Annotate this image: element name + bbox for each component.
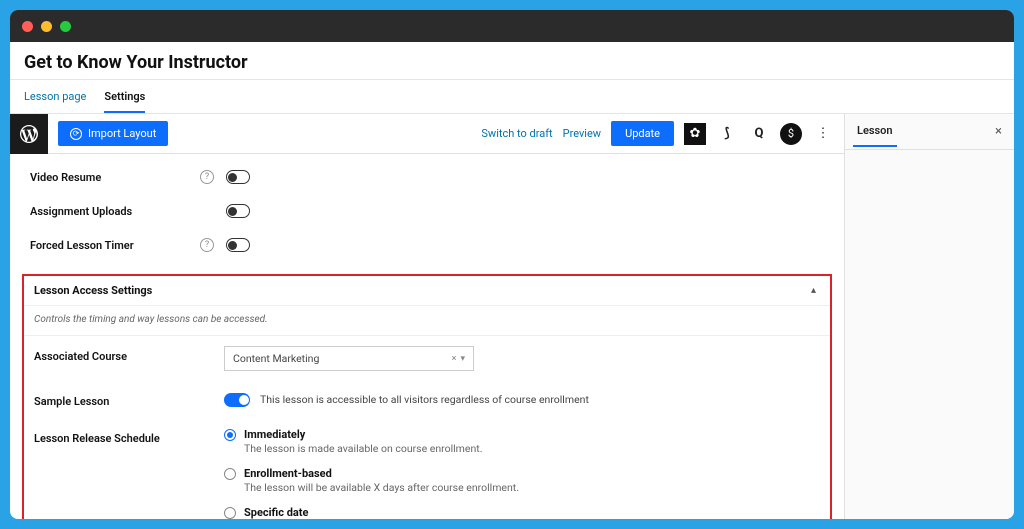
preview-button[interactable]: Preview (563, 127, 601, 140)
editor-area: ⟳ Import Layout Switch to draft Preview … (10, 114, 1014, 519)
video-resume-toggle[interactable] (226, 170, 250, 184)
tab-settings[interactable]: Settings (104, 86, 145, 113)
associated-course-row: Associated Course Content Marketing ×▾ (24, 336, 830, 381)
import-icon: ⟳ (70, 128, 82, 140)
page-header: Get to Know Your Instructor (10, 42, 1014, 80)
release-immediately-title: Immediately (244, 428, 482, 441)
assignment-uploads-toggle[interactable] (226, 204, 250, 218)
assignment-uploads-label: Assignment Uploads (30, 205, 200, 218)
sample-lesson-toggle[interactable] (224, 393, 250, 407)
release-enrollment-title: Enrollment-based (244, 467, 519, 480)
release-enrollment-desc: The lesson will be available X days afte… (244, 481, 519, 494)
clear-x-icon: × (452, 354, 457, 364)
lesson-access-panel: Lesson Access Settings ▴ Controls the ti… (22, 274, 832, 519)
forced-timer-label: Forced Lesson Timer (30, 239, 200, 252)
sample-lesson-desc: This lesson is accessible to all visitor… (260, 393, 589, 406)
editor-main: ⟳ Import Layout Switch to draft Preview … (10, 114, 844, 519)
editor-topbar: ⟳ Import Layout Switch to draft Preview … (10, 114, 844, 154)
wordpress-icon (20, 125, 38, 143)
app-window: Get to Know Your Instructor Lesson page … (10, 10, 1014, 519)
release-immediately-option[interactable]: Immediately The lesson is made available… (224, 428, 820, 455)
window-titlebar (10, 10, 1014, 42)
video-resume-label: Video Resume (30, 171, 200, 184)
sample-lesson-row: Sample Lesson This lesson is accessible … (24, 381, 830, 418)
help-icon[interactable]: ? (200, 170, 214, 184)
topbar-actions: Switch to draft Preview Update ✿ ⟆ Q $ ⋮ (481, 121, 844, 146)
release-radio-group: Immediately The lesson is made available… (224, 428, 820, 519)
import-layout-button[interactable]: ⟳ Import Layout (58, 121, 168, 146)
release-specific-option[interactable]: Specific date The lesson will be availab… (224, 506, 820, 519)
associated-course-value: Content Marketing (233, 352, 319, 365)
radio-unselected-icon (224, 468, 236, 480)
editor-sidebar: Lesson × (844, 114, 1014, 519)
minimize-window-button[interactable] (41, 21, 52, 32)
settings-gear-icon[interactable]: ✿ (684, 123, 706, 145)
sidebar-tab-lesson[interactable]: Lesson (853, 116, 897, 147)
close-window-button[interactable] (22, 21, 33, 32)
lesson-access-highlight: Lesson Access Settings ▴ Controls the ti… (22, 274, 832, 519)
tab-lesson-page[interactable]: Lesson page (24, 86, 86, 113)
more-options-icon[interactable]: ⋮ (812, 123, 834, 145)
assignment-uploads-row: Assignment Uploads (10, 194, 844, 228)
release-specific-title: Specific date (244, 506, 459, 519)
panel-header[interactable]: Lesson Access Settings ▴ (24, 276, 830, 306)
help-icon[interactable]: ? (200, 238, 214, 252)
dropdown-caret-icon: ▾ (460, 354, 465, 364)
update-button[interactable]: Update (611, 121, 674, 146)
maximize-window-button[interactable] (60, 21, 71, 32)
settings-body: Video Resume ? Assignment Uploads Forced… (10, 154, 844, 519)
yoast-icon[interactable]: ⟆ (716, 123, 738, 145)
radio-unselected-icon (224, 507, 236, 519)
release-schedule-row: Lesson Release Schedule Immediately The … (24, 418, 830, 519)
release-schedule-label: Lesson Release Schedule (34, 428, 224, 519)
sidebar-tabs: Lesson × (845, 114, 1014, 150)
collapse-caret-icon: ▴ (811, 285, 820, 296)
forced-timer-toggle[interactable] (226, 238, 250, 252)
panel-title: Lesson Access Settings (34, 284, 152, 297)
wordpress-logo-button[interactable] (10, 114, 48, 154)
release-enrollment-option[interactable]: Enrollment-based The lesson will be avai… (224, 467, 820, 494)
sub-tabs: Lesson page Settings (10, 80, 1014, 114)
associated-course-label: Associated Course (34, 346, 224, 371)
page-title: Get to Know Your Instructor (24, 52, 1000, 73)
sidebar-close-icon[interactable]: × (991, 120, 1006, 143)
help-q-icon[interactable]: Q (748, 123, 770, 145)
video-resume-row: Video Resume ? (10, 160, 844, 194)
release-immediately-desc: The lesson is made available on course e… (244, 442, 482, 455)
associated-course-select[interactable]: Content Marketing ×▾ (224, 346, 474, 371)
panel-description: Controls the timing and way lessons can … (24, 306, 830, 336)
dollar-icon[interactable]: $ (780, 123, 802, 145)
radio-selected-icon (224, 429, 236, 441)
import-label: Import Layout (88, 127, 156, 140)
forced-timer-row: Forced Lesson Timer ? (10, 228, 844, 262)
switch-to-draft-button[interactable]: Switch to draft (481, 127, 552, 140)
sample-lesson-label: Sample Lesson (34, 391, 224, 408)
